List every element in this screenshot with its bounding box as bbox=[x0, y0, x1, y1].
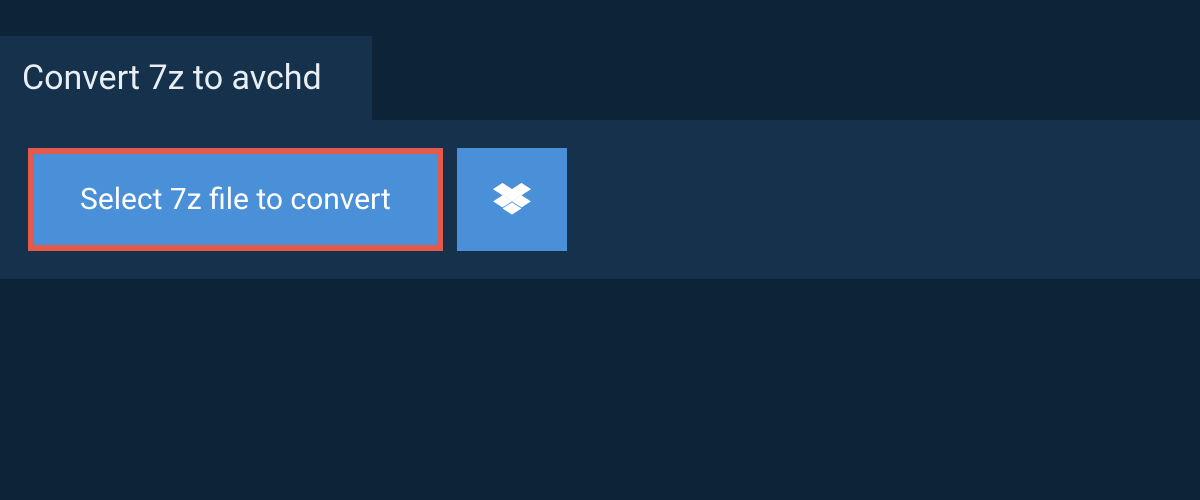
select-file-button[interactable]: Select 7z file to convert bbox=[28, 148, 443, 251]
dropbox-button[interactable] bbox=[457, 148, 567, 251]
page-title-tab: Convert 7z to avchd bbox=[0, 36, 372, 120]
action-button-row: Select 7z file to convert bbox=[0, 120, 1200, 279]
dropbox-icon bbox=[493, 183, 531, 217]
page-title: Convert 7z to avchd bbox=[22, 58, 322, 98]
select-file-label: Select 7z file to convert bbox=[80, 182, 391, 217]
